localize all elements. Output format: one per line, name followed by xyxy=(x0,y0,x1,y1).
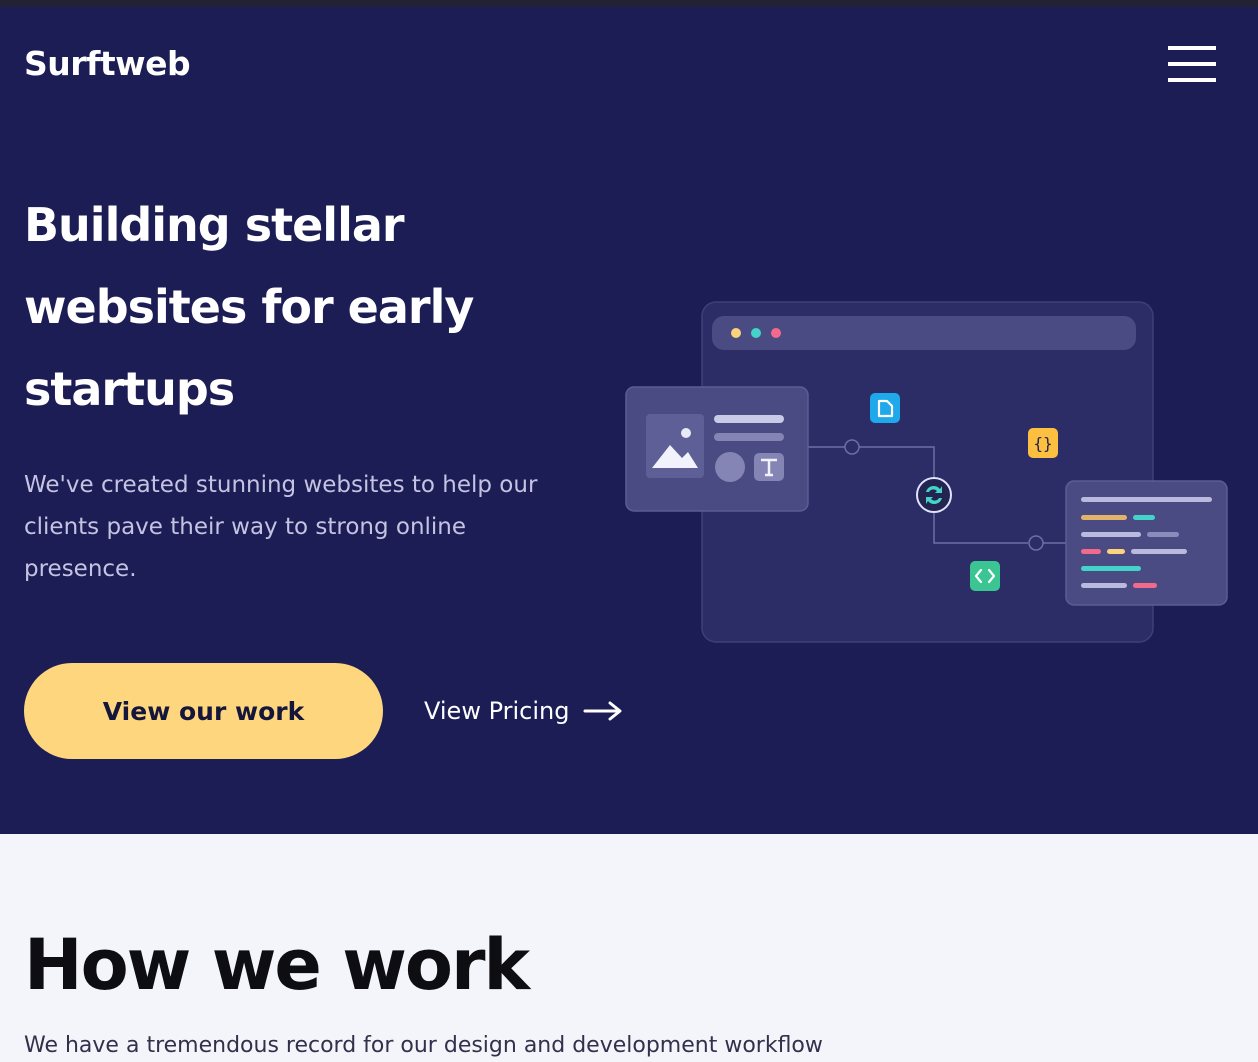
how-we-work-title: How we work xyxy=(24,924,530,1006)
window-dot-yellow xyxy=(731,328,741,338)
hero-title: Building stellar websites for early star… xyxy=(24,198,474,416)
arrow-right-icon xyxy=(583,701,622,721)
window-dot-pink xyxy=(771,328,781,338)
hero-description: We've created stunning websites to help … xyxy=(24,472,538,582)
window-dot-teal xyxy=(751,328,761,338)
code-tag-icon xyxy=(970,561,1000,591)
view-pricing-label: View Pricing xyxy=(424,697,570,725)
sync-icon xyxy=(916,477,952,513)
svg-text:{}: {} xyxy=(1033,434,1052,453)
image-text-card xyxy=(625,386,809,512)
code-panel xyxy=(1065,480,1228,606)
hamburger-menu-icon[interactable] xyxy=(1162,42,1222,86)
hero-illustration: {} xyxy=(625,301,1228,643)
view-our-work-label: View our work xyxy=(102,696,305,726)
top-strip xyxy=(0,0,1258,7)
file-icon xyxy=(870,393,900,423)
hero-section: Surftweb Building stellar websites for e… xyxy=(0,7,1258,834)
code-braces-icon: {} xyxy=(1028,428,1058,458)
brand-logo[interactable]: Surftweb xyxy=(24,44,191,83)
image-icon xyxy=(646,414,704,478)
view-pricing-link[interactable]: View Pricing xyxy=(424,690,623,732)
how-we-work-intro: We have a tremendous record for our desi… xyxy=(24,1033,823,1058)
view-our-work-button[interactable]: View our work xyxy=(24,663,383,759)
text-icon xyxy=(754,453,784,481)
